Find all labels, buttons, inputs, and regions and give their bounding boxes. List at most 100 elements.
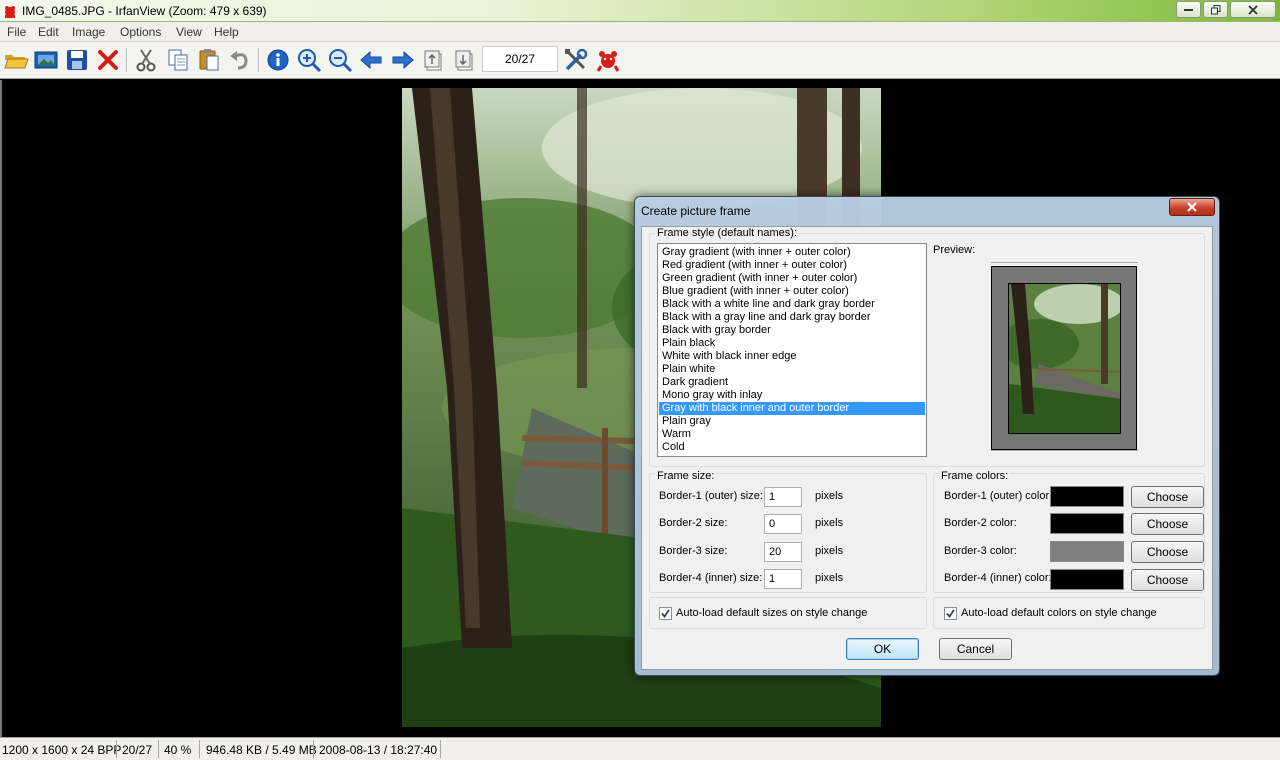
dialog-close-button[interactable] xyxy=(1169,198,1215,216)
previous-icon[interactable] xyxy=(357,46,385,74)
frame-style-list[interactable]: Gray gradient (with inner + outer color)… xyxy=(657,243,927,457)
preview-frame-border xyxy=(991,266,1137,450)
status-zoom: 40 % xyxy=(164,743,192,757)
list-item[interactable]: Gray gradient (with inner + outer color) xyxy=(659,246,925,259)
delete-icon[interactable] xyxy=(94,46,122,74)
zoom-out-icon[interactable] xyxy=(326,46,354,74)
pixels-unit: pixels xyxy=(815,517,844,529)
undo-icon[interactable] xyxy=(226,46,254,74)
border-1-size-label: Border-1 (outer) size: xyxy=(659,490,763,502)
border-1-choose-button[interactable]: Choose xyxy=(1131,486,1204,508)
menu-bar: File Edit Image Options View Help xyxy=(0,22,1280,42)
status-index: 20/27 xyxy=(122,743,153,757)
autoload-colors-checkbox[interactable] xyxy=(944,607,957,620)
next-icon[interactable] xyxy=(389,46,417,74)
cancel-button[interactable]: Cancel xyxy=(939,638,1012,660)
border-3-choose-button[interactable]: Choose xyxy=(1131,541,1204,563)
preview-thumbnail xyxy=(1008,283,1121,434)
list-item[interactable]: Blue gradient (with inner + outer color) xyxy=(659,285,925,298)
copy-icon[interactable] xyxy=(164,46,192,74)
list-item[interactable]: Black with a gray line and dark gray bor… xyxy=(659,311,925,324)
checkmark-icon xyxy=(661,609,670,618)
border-2-choose-button[interactable]: Choose xyxy=(1131,513,1204,535)
toolbar-separator xyxy=(126,48,128,72)
pixels-unit: pixels xyxy=(815,490,844,502)
border-3-color-label: Border-3 color: xyxy=(944,545,1017,557)
window-title: IMG_0485.JPG - IrfanView (Zoom: 479 x 63… xyxy=(22,4,267,18)
border-1-color-label: Border-1 (outer) color: xyxy=(944,490,1053,502)
irfanview-app-icon[interactable] xyxy=(2,3,18,19)
border-2-color-swatch[interactable] xyxy=(1050,513,1124,534)
page-counter[interactable]: 20/27 xyxy=(482,46,558,72)
border-2-size-label: Border-2 size: xyxy=(659,517,728,529)
menu-view[interactable]: View xyxy=(176,25,202,39)
list-item[interactable]: Warm xyxy=(659,428,925,441)
frame-style-label: Frame style (default names): xyxy=(655,227,799,239)
border-3-size-label: Border-3 size: xyxy=(659,545,728,557)
border-1-color-swatch[interactable] xyxy=(1050,486,1124,507)
border-1-size-input[interactable]: 1 xyxy=(764,487,802,507)
status-file-size: 946.48 KB / 5.49 MB xyxy=(206,743,317,757)
status-divider xyxy=(440,740,441,758)
border-4-choose-button[interactable]: Choose xyxy=(1131,569,1204,591)
border-2-size-input[interactable]: 0 xyxy=(764,514,802,534)
border-3-color-swatch[interactable] xyxy=(1050,541,1124,562)
list-item[interactable]: Mono gray with inlay xyxy=(659,389,925,402)
menu-file[interactable]: File xyxy=(7,25,26,39)
list-item[interactable]: Plain gray xyxy=(659,415,925,428)
status-dimensions: 1200 x 1600 x 24 BPP xyxy=(2,743,122,757)
autoload-sizes-checkbox[interactable] xyxy=(659,607,672,620)
autoload-colors-label: Auto-load default colors on style change xyxy=(961,607,1157,619)
toolbar-separator xyxy=(258,48,260,72)
dialog-title: Create picture frame xyxy=(641,204,751,218)
border-2-color-label: Border-2 color: xyxy=(944,517,1017,529)
toolbar: 20/27 xyxy=(0,42,1280,79)
close-icon xyxy=(1187,202,1197,212)
open-folder-icon[interactable] xyxy=(2,46,30,74)
list-item[interactable]: Black with gray border xyxy=(659,324,925,337)
list-item[interactable]: Plain black xyxy=(659,337,925,350)
list-item[interactable]: Cold xyxy=(659,441,925,454)
list-item[interactable]: Plain white xyxy=(659,363,925,376)
info-icon[interactable] xyxy=(264,46,292,74)
list-item[interactable]: Green gradient (with inner + outer color… xyxy=(659,272,925,285)
last-page-icon[interactable] xyxy=(451,46,479,74)
close-icon xyxy=(1248,4,1258,15)
save-icon[interactable] xyxy=(63,46,91,74)
status-datetime: 2008-08-13 / 18:27:40 xyxy=(319,743,438,757)
menu-image[interactable]: Image xyxy=(72,25,105,39)
list-item[interactable]: Black with a white line and dark gray bo… xyxy=(659,298,925,311)
zoom-in-icon[interactable] xyxy=(295,46,323,74)
first-page-icon[interactable] xyxy=(420,46,448,74)
minimize-button[interactable] xyxy=(1176,1,1201,18)
border-3-size-input[interactable]: 20 xyxy=(764,542,802,562)
menu-edit[interactable]: Edit xyxy=(38,25,59,39)
slideshow-icon[interactable] xyxy=(32,46,60,74)
restore-button[interactable] xyxy=(1203,1,1228,18)
checkmark-icon xyxy=(946,609,955,618)
list-item[interactable]: Red gradient (with inner + outer color) xyxy=(659,259,925,272)
preview-label: Preview: xyxy=(933,244,976,256)
status-divider xyxy=(199,740,200,758)
cut-icon[interactable] xyxy=(132,46,160,74)
paste-icon[interactable] xyxy=(195,46,223,74)
status-divider xyxy=(158,740,159,758)
border-4-color-swatch[interactable] xyxy=(1050,569,1124,590)
status-divider xyxy=(116,740,117,758)
frame-preview xyxy=(991,262,1138,451)
properties-icon[interactable] xyxy=(562,46,590,74)
create-picture-frame-dialog: Create picture frame Frame style (defaul… xyxy=(634,196,1220,676)
list-item[interactable]: White with black inner edge xyxy=(659,350,925,363)
status-bar: 1200 x 1600 x 24 BPP 20/27 40 % 946.48 K… xyxy=(0,737,1280,760)
border-4-size-input[interactable]: 1 xyxy=(764,569,802,589)
minimize-icon xyxy=(1183,8,1193,11)
menu-options[interactable]: Options xyxy=(120,25,161,39)
list-item[interactable]: Dark gradient xyxy=(659,376,925,389)
border-4-size-label: Border-4 (inner) size: xyxy=(659,572,763,584)
list-item-selected[interactable]: Gray with black inner and outer border xyxy=(659,402,925,415)
pixels-unit: pixels xyxy=(815,545,844,557)
ok-button[interactable]: OK xyxy=(846,638,919,660)
menu-help[interactable]: Help xyxy=(214,25,239,39)
irfanview-logo-icon[interactable] xyxy=(594,46,622,74)
close-button[interactable] xyxy=(1230,1,1276,18)
